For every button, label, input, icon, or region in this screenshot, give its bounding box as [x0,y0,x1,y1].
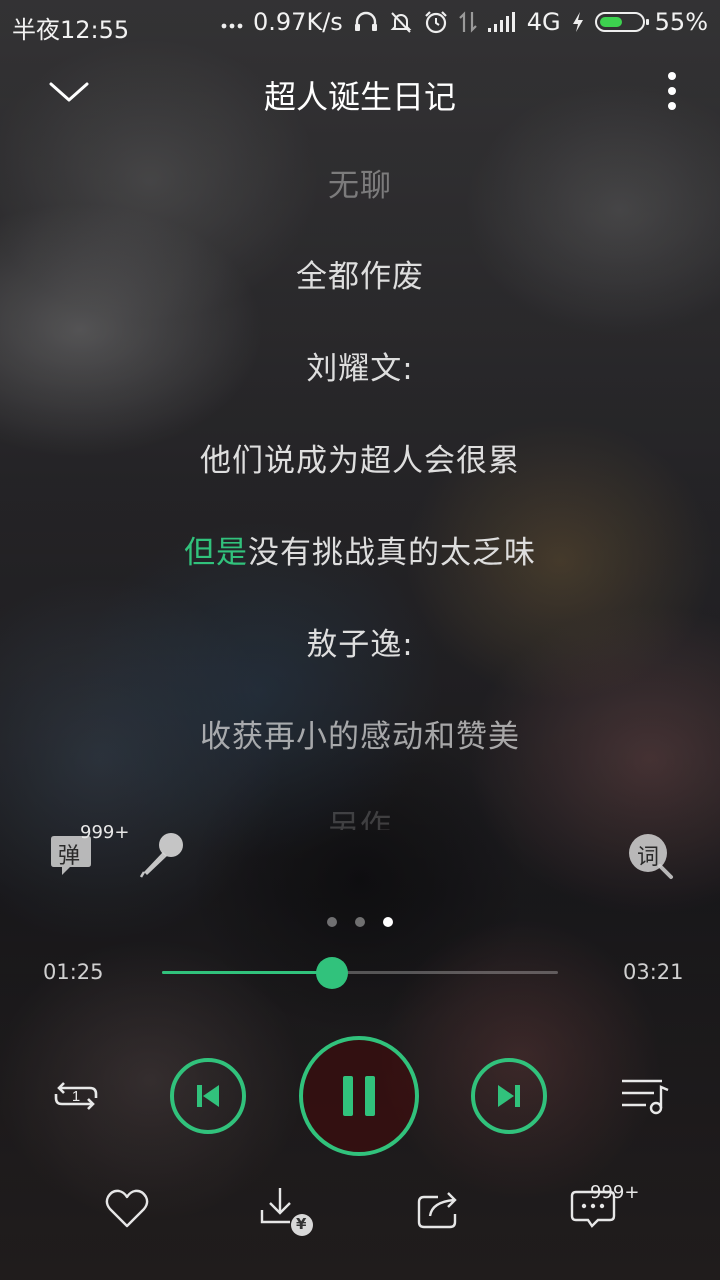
page-dot-active[interactable] [383,917,393,927]
previous-icon [197,1085,219,1107]
lyric-rest: 没有挑战真的太乏味 [248,535,536,571]
playlist-icon[interactable] [620,1075,670,1119]
next-button[interactable] [471,1058,547,1134]
data-transfer-icon [459,10,477,34]
next-icon [498,1085,520,1107]
page-dot[interactable] [327,917,337,927]
lyric-line: 全都作废 [296,259,424,295]
microphone-icon[interactable] [138,830,188,880]
network-speed: 0.97K/s [253,8,343,36]
battery-percent: 55% [654,8,708,36]
more-vertical-icon[interactable] [652,70,692,114]
progress-played [162,971,333,974]
pause-icon [343,1076,375,1116]
battery-icon [594,12,649,32]
progress-thumb[interactable] [316,957,349,989]
lyric-highlight: 但是 [184,535,248,571]
pause-button[interactable] [299,1036,419,1156]
comment-count-badge: 999+ [590,1182,640,1203]
charging-icon [571,10,585,34]
comment-button[interactable]: 999+ [570,1182,639,1234]
lyric-line: 他们说成为超人会很累 [200,443,520,479]
status-bar: 半夜12:55 0.97K/s 4G 55% [0,0,720,50]
lyric-line: 刘耀文: [306,351,414,387]
repeat-count: 1 [72,1088,80,1105]
download-button[interactable]: ¥ [260,1186,316,1238]
alarm-icon [423,10,449,34]
signal-icon [487,10,517,34]
current-time: 01:25 [43,960,104,984]
lyric-line: 敖子逸: [306,627,414,663]
download-icon [260,1188,313,1236]
lyrics-search-label: 词 [637,845,660,870]
network-type: 4G [526,8,561,36]
more-dots-icon [221,10,243,34]
status-icons: 0.97K/s 4G 55% [221,8,708,36]
headphones-icon [353,10,379,34]
page-dot[interactable] [355,917,365,927]
player-screen: 半夜12:55 0.97K/s 4G 55% 超人诞生日记 无聊 全都作废 刘耀… [0,0,720,1280]
lyric-line-current: 但是没有挑战真的太乏味 [0,527,720,572]
repeat-one-icon[interactable]: 1 [50,1074,102,1118]
song-title: 超人诞生日记 [263,78,456,116]
download-price-label: ¥ [296,1215,307,1233]
mute-bell-icon [389,10,413,34]
lyric-line: 无聊 [328,168,392,204]
danmaku-button[interactable]: 弹 999+ [48,822,129,880]
battery-level-fill [599,17,622,27]
total-time: 03:21 [623,960,684,984]
danmaku-label: 弹 [58,844,81,869]
progress-slider[interactable] [162,957,558,989]
lyrics-panel[interactable]: 无聊 全都作废 刘耀文: 他们说成为超人会很累 但是没有挑战真的太乏味 敖子逸:… [0,150,720,830]
lyric-line: 收获再小的感动和赞美 [200,719,520,755]
share-icon[interactable] [414,1188,462,1232]
heart-icon[interactable] [104,1188,150,1230]
previous-button[interactable] [170,1058,246,1134]
player-header: 超人诞生日记 [0,58,720,130]
lyrics-search-button[interactable]: 词 [626,832,676,880]
page-indicator [0,917,720,927]
danmaku-count-badge: 999+ [80,822,130,843]
status-time: 半夜12:55 [12,16,130,44]
